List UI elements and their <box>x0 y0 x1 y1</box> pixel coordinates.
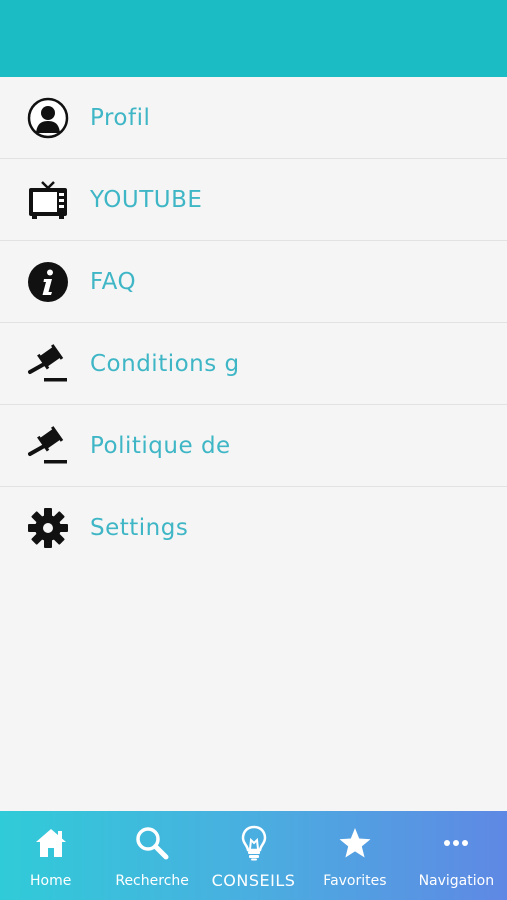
person-icon <box>26 96 70 140</box>
tab-home[interactable]: Home <box>0 811 101 900</box>
tv-icon <box>26 178 70 222</box>
menu-item-label: Conditions g <box>90 350 240 377</box>
bottom-tab-bar: Home Recherche CONSEILS Favorites Naviga… <box>0 811 507 900</box>
menu-item-politique[interactable]: Politique de <box>0 405 507 487</box>
star-icon <box>338 823 372 863</box>
tab-label: Recherche <box>115 873 189 889</box>
menu-item-faq[interactable]: FAQ <box>0 241 507 323</box>
menu-item-label: FAQ <box>90 268 137 295</box>
tab-navigation[interactable]: Navigation <box>406 811 507 900</box>
home-icon <box>34 823 68 863</box>
gear-icon <box>26 506 70 550</box>
tab-favorites[interactable]: Favorites <box>304 811 405 900</box>
info-icon <box>26 260 70 304</box>
menu-item-label: YOUTUBE <box>90 186 203 213</box>
menu-item-settings[interactable]: Settings <box>0 487 507 569</box>
tab-label: Favorites <box>323 873 387 889</box>
tab-conseils[interactable]: CONSEILS <box>203 811 304 900</box>
top-app-bar <box>0 0 507 77</box>
menu-item-label: Profil <box>90 104 151 131</box>
menu-item-conditions[interactable]: Conditions g <box>0 323 507 405</box>
search-icon <box>135 823 169 863</box>
tab-label: Navigation <box>418 873 495 889</box>
tab-label: Home <box>30 873 72 889</box>
menu-item-youtube[interactable]: YOUTUBE <box>0 159 507 241</box>
menu-item-label: Settings <box>90 515 189 541</box>
tab-recherche[interactable]: Recherche <box>101 811 202 900</box>
gavel-icon <box>26 342 70 386</box>
tab-label: CONSEILS <box>211 871 296 890</box>
side-menu: Profil YOUTUBE FAQ Conditions g Politiqu… <box>0 77 507 569</box>
gavel-icon <box>26 424 70 468</box>
lightbulb-icon <box>240 823 268 863</box>
more-icon <box>439 823 473 863</box>
menu-item-profil[interactable]: Profil <box>0 77 507 159</box>
menu-item-label: Politique de <box>90 432 231 459</box>
